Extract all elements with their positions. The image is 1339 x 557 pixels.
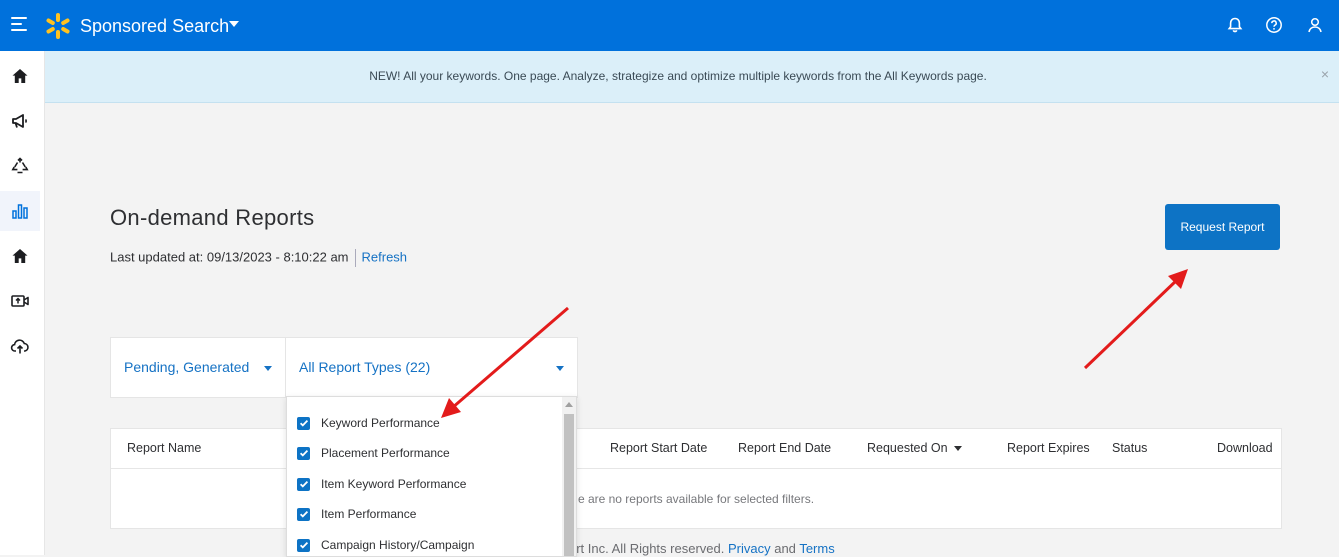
report-type-filter[interactable]: All Report Types (22) — [285, 337, 578, 398]
sidebar-item-store[interactable] — [0, 236, 40, 276]
dropdown-option-placement-performance[interactable]: Placement Performance — [297, 443, 450, 463]
top-bar: Sponsored Search — [0, 0, 1339, 51]
column-requested-on-label: Requested On — [867, 441, 948, 455]
video-upload-icon — [11, 295, 29, 307]
last-updated-text: Last updated at: 09/13/2023 - 8:10:22 am — [110, 249, 349, 265]
arrow-to-request-report — [1083, 277, 1180, 370]
report-type-dropdown: Keyword Performance Placement Performanc… — [286, 396, 577, 557]
megaphone-icon — [12, 114, 27, 128]
refresh-link[interactable]: Refresh — [362, 249, 408, 264]
menu-icon[interactable] — [11, 17, 27, 31]
close-icon[interactable]: × — [1321, 66, 1329, 82]
sidebar-item-home[interactable] — [0, 56, 40, 96]
checkbox-checked[interactable] — [297, 538, 310, 552]
checkbox-checked[interactable] — [297, 477, 310, 491]
sidebar-item-campaigns[interactable] — [0, 101, 40, 141]
copyright-text: lmart Inc. All Rights reserved. — [555, 541, 725, 556]
dropdown-option-keyword-performance[interactable]: Keyword Performance — [297, 413, 440, 433]
column-download[interactable]: Download — [1217, 441, 1273, 455]
sidebar-item-upload[interactable] — [0, 326, 40, 366]
help-icon[interactable] — [1265, 16, 1283, 34]
sidebar-item-reports[interactable] — [0, 191, 40, 231]
report-type-filter-label: All Report Types (22) — [299, 359, 431, 375]
cloud-upload-icon — [10, 339, 29, 354]
check-icon — [299, 449, 308, 457]
check-icon — [299, 510, 308, 518]
dropdown-option-label: Campaign History/Campaign — [321, 538, 475, 552]
sidebar-item-video[interactable] — [0, 281, 40, 321]
last-updated: Last updated at: 09/13/2023 - 8:10:22 am… — [110, 249, 407, 267]
recycle-icon — [11, 157, 29, 174]
chevron-down-icon — [556, 366, 564, 371]
column-report-name[interactable]: Report Name — [127, 441, 201, 455]
column-status[interactable]: Status — [1112, 441, 1147, 455]
footer-and: and — [774, 541, 796, 556]
column-report-start-date[interactable]: Report Start Date — [610, 441, 707, 455]
check-icon — [299, 541, 308, 549]
privacy-link[interactable]: Privacy — [728, 541, 771, 556]
checkbox-checked[interactable] — [297, 507, 310, 521]
chevron-down-icon[interactable] — [229, 21, 239, 27]
dropdown-option-item-keyword-performance[interactable]: Item Keyword Performance — [297, 474, 466, 494]
app-title[interactable]: Sponsored Search — [80, 15, 229, 37]
home-alt-icon — [12, 249, 28, 263]
terms-link[interactable]: Terms — [799, 541, 834, 556]
bar-chart-icon — [12, 204, 28, 219]
check-icon — [299, 419, 308, 427]
sidebar — [0, 51, 45, 555]
bell-icon[interactable] — [1226, 16, 1244, 34]
status-filter[interactable]: Pending, Generated — [110, 337, 287, 398]
user-icon[interactable] — [1306, 16, 1324, 34]
banner-text: NEW! All your keywords. One page. Analyz… — [369, 69, 987, 83]
dropdown-scrollbar[interactable] — [562, 397, 576, 556]
dropdown-option-label: Item Keyword Performance — [321, 477, 467, 491]
chevron-down-icon — [264, 366, 272, 371]
page-title: On-demand Reports — [110, 205, 315, 230]
divider — [354, 249, 356, 267]
sidebar-item-rules[interactable] — [0, 146, 40, 186]
checkbox-checked[interactable] — [297, 446, 310, 460]
check-icon — [299, 480, 308, 488]
dropdown-option-label: Item Performance — [321, 507, 417, 521]
column-requested-on[interactable]: Requested On — [867, 441, 962, 455]
spark-logo-icon — [46, 13, 70, 39]
status-filter-label: Pending, Generated — [124, 359, 250, 375]
announcement-banner: NEW! All your keywords. One page. Analyz… — [45, 51, 1339, 103]
request-report-button[interactable]: Request Report — [1165, 204, 1280, 250]
column-report-expires[interactable]: Report Expires — [1007, 441, 1090, 455]
dropdown-option-item-performance[interactable]: Item Performance — [297, 504, 416, 524]
home-icon — [12, 69, 28, 83]
arrowhead-icon — [1168, 269, 1188, 289]
column-report-end-date[interactable]: Report End Date — [738, 441, 831, 455]
scroll-up-icon[interactable] — [565, 402, 573, 407]
sort-down-icon[interactable] — [953, 446, 962, 452]
dropdown-option-campaign-history[interactable]: Campaign History/Campaign — [297, 535, 474, 555]
dropdown-option-label: Keyword Performance — [321, 416, 440, 430]
dropdown-option-label: Placement Performance — [321, 446, 450, 460]
scrollbar-thumb[interactable] — [564, 414, 574, 556]
checkbox-checked[interactable] — [297, 416, 310, 430]
